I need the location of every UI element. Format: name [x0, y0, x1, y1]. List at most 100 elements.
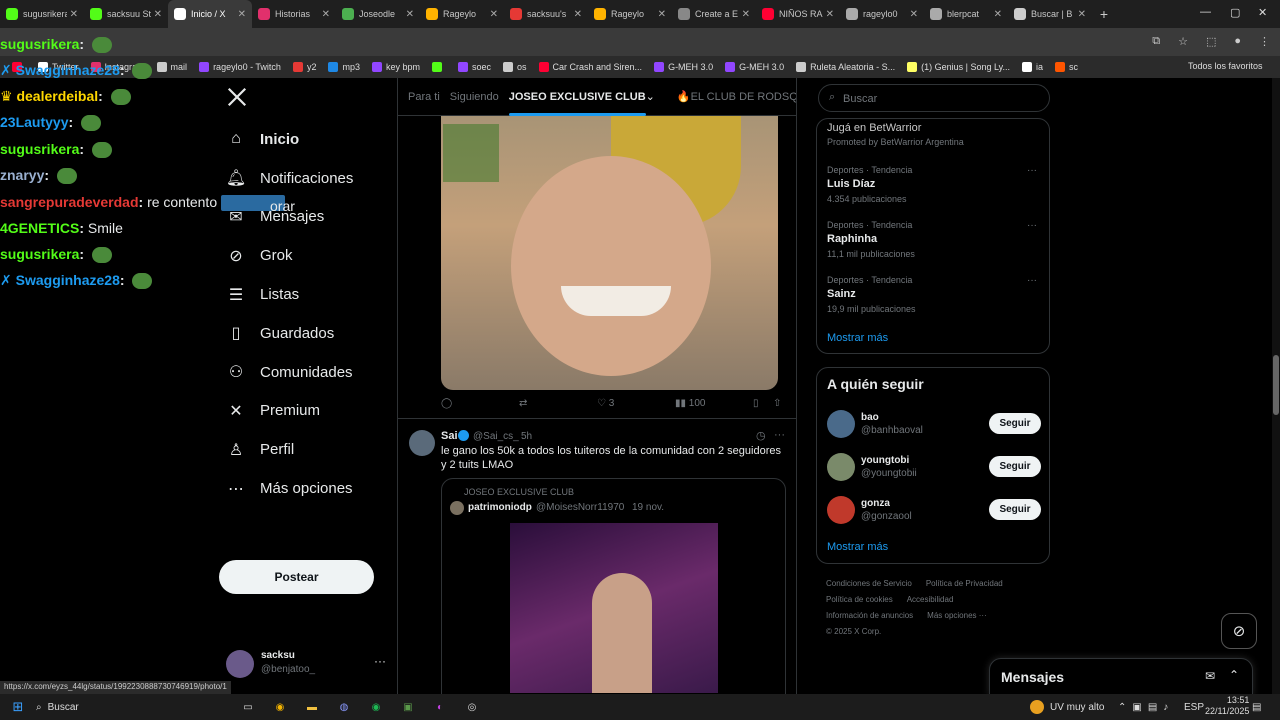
browser-tab[interactable]: Rageylo ✕ [588, 0, 672, 28]
post-author[interactable]: Sai [441, 430, 458, 442]
minimize-icon[interactable]: — [1200, 6, 1211, 18]
footer-link[interactable]: Política de cookies [826, 595, 893, 604]
new-message-icon[interactable]: ✉ [1205, 669, 1215, 683]
discord-icon[interactable]: ◍ [334, 697, 354, 717]
browser-tab[interactable]: Inicio / X ✕ [168, 0, 252, 28]
follow-button[interactable]: Seguir [989, 499, 1041, 520]
reply-icon[interactable]: ◯ [441, 398, 452, 409]
grok-icon[interactable]: ◷ [756, 429, 766, 442]
close-icon[interactable]: ✕ [490, 9, 498, 20]
follow-button[interactable]: Seguir [989, 413, 1041, 434]
footer-link[interactable]: Más opciones ··· [927, 611, 987, 620]
close-icon[interactable]: ✕ [238, 9, 246, 20]
profile-icon[interactable]: ● [1234, 35, 1241, 48]
windows-start-icon[interactable]: ⊞ [8, 697, 28, 717]
browser-tab[interactable]: Buscar | B ✕ [1008, 0, 1092, 28]
bookmark[interactable]: (1) Genius | Song Ly... [907, 62, 1010, 72]
chevron-up-icon[interactable]: ⌃ [1229, 668, 1239, 682]
x-logo-icon[interactable] [226, 86, 252, 112]
browser-tab[interactable]: NIÑOS RA ✕ [756, 0, 840, 28]
bookmark[interactable]: Ruleta Aleatoria - S... [796, 62, 895, 72]
trend-item[interactable]: Deportes · Tendencia Luis Díaz 4.354 publi… [827, 165, 1041, 204]
bookmark-icon[interactable]: ▯ [753, 398, 759, 409]
browser-tab[interactable]: sacksuu St ✕ [84, 0, 168, 28]
clock[interactable]: 13:51 22/11/2025 [1205, 695, 1249, 717]
all-bookmarks[interactable]: Todos los favoritos [1188, 61, 1263, 71]
bookmark[interactable]: sc [1055, 62, 1078, 72]
chat-username[interactable]: dealerdeibal [16, 88, 98, 104]
bookmark[interactable]: key bpm [371, 62, 420, 72]
tray-icons[interactable]: ⌃▣▤♪ [1118, 702, 1174, 713]
post-handle[interactable]: @Sai_cs_ [473, 431, 519, 442]
account-switcher[interactable]: sacksu @benjatoo_ ··· [226, 648, 396, 682]
nav-item[interactable]: ▯ Guardados [216, 314, 396, 353]
close-icon[interactable]: ✕ [742, 9, 750, 20]
quoted-post[interactable]: JOSEO EXCLUSIVE CLUB patrimoniodp @Moise… [441, 478, 786, 694]
close-window-icon[interactable]: ✕ [1258, 6, 1267, 19]
show-more-link[interactable]: Mostrar más [827, 332, 888, 344]
bookmark[interactable]: ia [1022, 62, 1043, 72]
nav-item[interactable]: ⌂ Inicio [216, 120, 396, 159]
app-icon[interactable]: ◎ [462, 697, 482, 717]
close-icon[interactable]: ✕ [70, 9, 78, 20]
footer-link[interactable]: Política de Privacidad [926, 579, 1003, 588]
bookmark[interactable]: os [503, 62, 527, 72]
chat-username[interactable]: 4GENETICS [0, 220, 79, 236]
browser-tab[interactable]: blerpcat ✕ [924, 0, 1008, 28]
bookmark[interactable]: soec [457, 62, 491, 72]
browser-tab[interactable]: Create a E ✕ [672, 0, 756, 28]
chat-username[interactable]: sugusrikera [0, 36, 79, 52]
close-icon[interactable]: ✕ [826, 9, 834, 20]
like-icon[interactable]: ♡ 3 [597, 398, 614, 409]
chat-username[interactable]: sangrepuradeverdad [0, 194, 139, 210]
post-button[interactable]: Postear [219, 560, 374, 594]
chevron-down-icon[interactable]: ⌄ [646, 90, 655, 103]
browser-tab[interactable]: sugusrikera ✕ [0, 0, 84, 28]
chat-username[interactable]: sugusrikera [0, 141, 79, 157]
nav-item[interactable]: ⊘ Grok [216, 236, 396, 275]
more-icon[interactable]: ··· [1027, 220, 1037, 231]
spotify-icon[interactable]: ◉ [366, 697, 386, 717]
more-icon[interactable]: ··· [374, 654, 386, 668]
nav-item[interactable]: ✕ Premium [216, 392, 396, 431]
timeline-tab[interactable]: Siguiendo [450, 91, 499, 103]
trend-item[interactable]: Deportes · Tendencia Sainz 19,9 mil public… [827, 275, 1041, 314]
menu-icon[interactable]: ⋮ [1259, 35, 1270, 48]
task-view-icon[interactable]: ▭ [238, 697, 258, 717]
maximize-icon[interactable]: ▢ [1230, 6, 1240, 19]
timeline-tab[interactable]: 🔥EL CLUB DE RODSQU [677, 90, 796, 103]
messages-drawer[interactable]: Mensajes ✉ ⌃ [989, 658, 1253, 696]
cast-icon[interactable]: ⧉ [1152, 35, 1160, 48]
trend-item[interactable]: Deportes · Tendencia Raphinha 11,1 mil pub… [827, 220, 1041, 259]
more-icon[interactable]: ··· [774, 429, 785, 441]
browser-tab[interactable]: Historias ✕ [252, 0, 336, 28]
chat-username[interactable]: Swagginhaze28 [16, 62, 120, 78]
footer-link[interactable]: Accesibilidad [907, 595, 954, 604]
browser-tab[interactable]: rageylo0 ✕ [840, 0, 924, 28]
post[interactable]: Sai @Sai_cs_ 5h ◷ ··· le gano los 50k a … [398, 420, 796, 694]
footer-link[interactable]: Información de anuncios [826, 611, 913, 620]
follow-button[interactable]: Seguir [989, 456, 1041, 477]
follow-suggestion[interactable]: bao @banhbaoval Seguir [817, 402, 1051, 445]
nav-item[interactable]: ☰ Listas [216, 275, 396, 314]
scrollbar[interactable] [1272, 78, 1280, 694]
share-icon[interactable]: ⇧ [773, 398, 781, 409]
post-time[interactable]: 5h [521, 431, 532, 442]
more-icon[interactable]: ··· [1027, 165, 1037, 176]
nav-item[interactable]: ✉ Mensajes [216, 198, 396, 237]
repost-icon[interactable]: ⇄ [519, 398, 527, 409]
close-icon[interactable]: ✕ [574, 9, 582, 20]
notification-icon[interactable]: ▤ [1252, 702, 1261, 713]
close-icon[interactable]: ✕ [406, 9, 414, 20]
search-input[interactable]: ⌕ Buscar [818, 84, 1050, 112]
nav-item[interactable]: 🔔︎ Notificaciones [216, 159, 396, 198]
show-more-link[interactable]: Mostrar más [827, 541, 888, 553]
chat-username[interactable]: sugusrikera [0, 246, 79, 262]
chat-username[interactable]: Swagginhaze28 [16, 272, 120, 288]
bookmark[interactable]: Car Crash and Siren... [538, 62, 642, 72]
timeline-tab[interactable]: Para ti [408, 91, 440, 103]
close-icon[interactable]: ✕ [658, 9, 666, 20]
timeline-tab[interactable]: JOSEO EXCLUSIVE CLUB [508, 91, 646, 116]
promo[interactable]: Jugá en BetWarrior Promoted by BetWarrio… [827, 122, 964, 147]
app-icon[interactable]: ▣ [398, 697, 418, 717]
